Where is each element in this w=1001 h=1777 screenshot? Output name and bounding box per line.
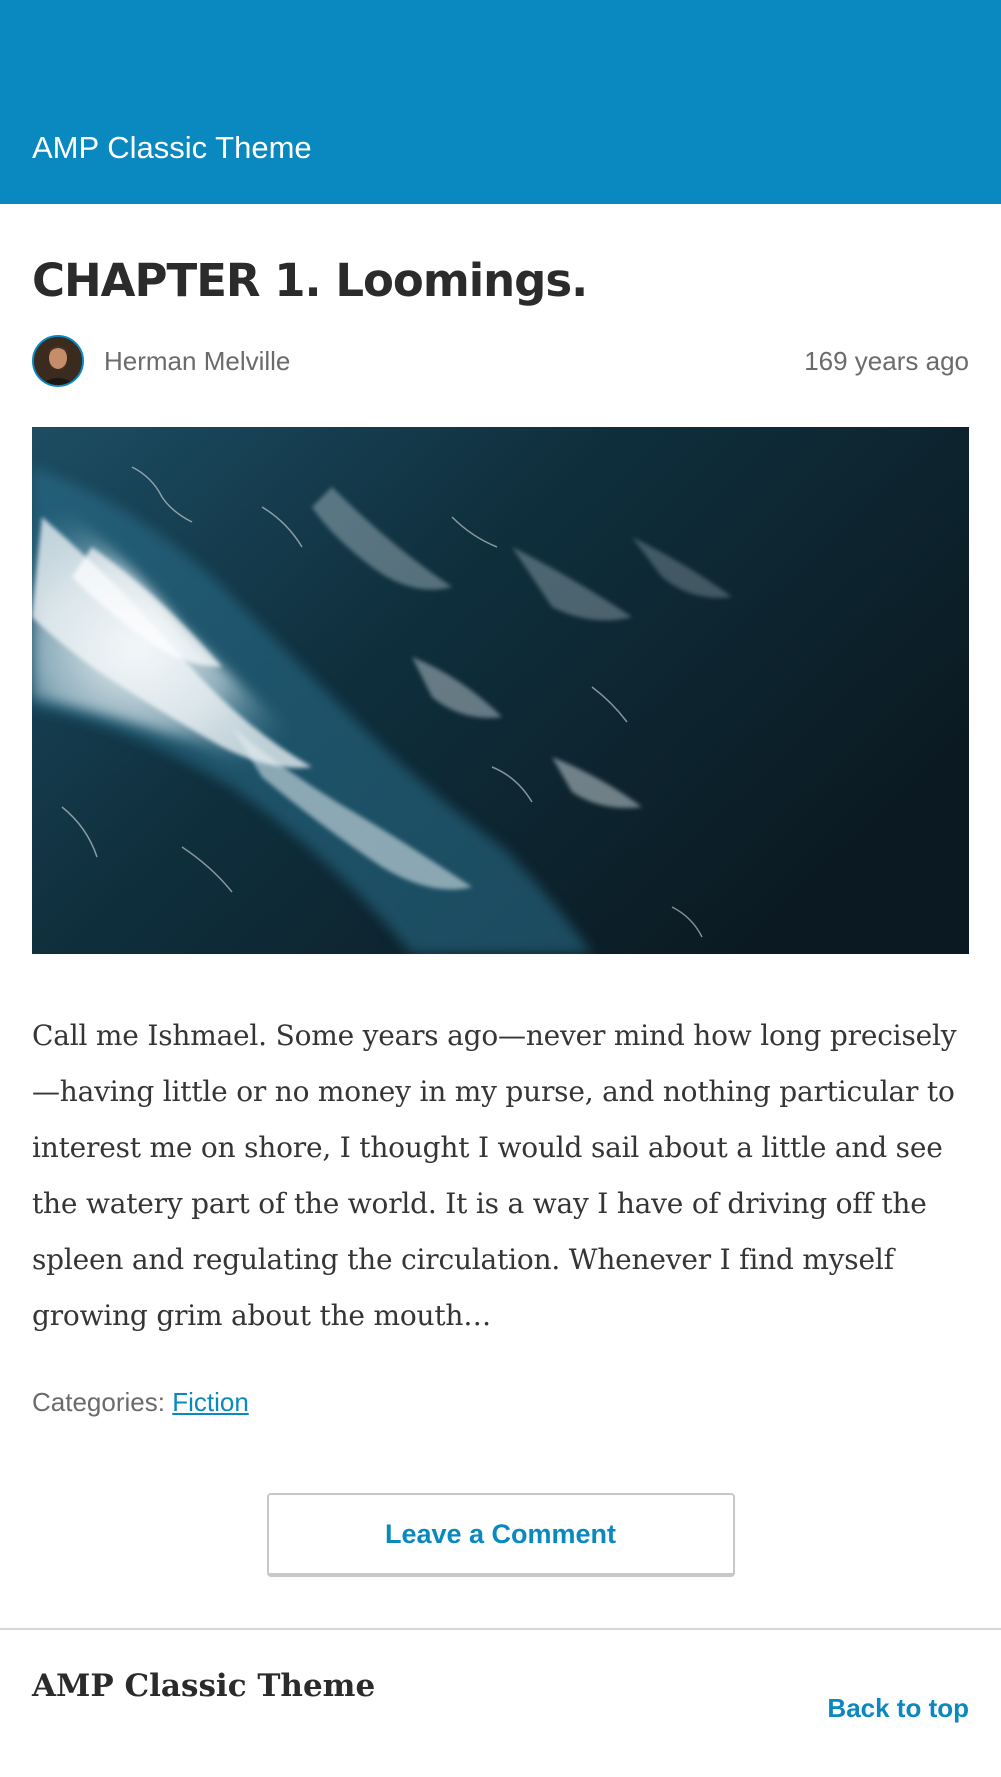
site-header: AMP Classic Theme	[0, 0, 1001, 204]
author-avatar	[32, 335, 84, 387]
byline: Herman Melville	[32, 335, 290, 387]
category-link-fiction[interactable]: Fiction	[172, 1387, 249, 1417]
footer-site-title: AMP Classic Theme	[32, 1668, 376, 1704]
post-excerpt: Call me Ishmael. Some years ago—never mi…	[32, 1019, 957, 1332]
post-article: CHAPTER 1. Loomings. Herman Melville 169…	[32, 204, 969, 1422]
categories-label: Categories:	[32, 1387, 165, 1417]
author-name[interactable]: Herman Melville	[104, 346, 290, 377]
leave-comment-button[interactable]: Leave a Comment	[266, 1493, 735, 1577]
post-title: CHAPTER 1. Loomings.	[32, 254, 588, 307]
back-to-top-link[interactable]: Back to top	[827, 1693, 969, 1724]
footer-divider	[0, 1628, 1001, 1630]
post-categories: Categories: Fiction	[32, 1382, 969, 1422]
site-title-link[interactable]: AMP Classic Theme	[32, 130, 312, 166]
avatar-portrait-icon	[34, 337, 82, 385]
post-meta: Herman Melville 169 years ago	[32, 335, 969, 387]
comment-action-area: Leave a Comment	[0, 1493, 1001, 1577]
featured-image	[32, 427, 969, 954]
post-time: 169 years ago	[804, 345, 969, 376]
